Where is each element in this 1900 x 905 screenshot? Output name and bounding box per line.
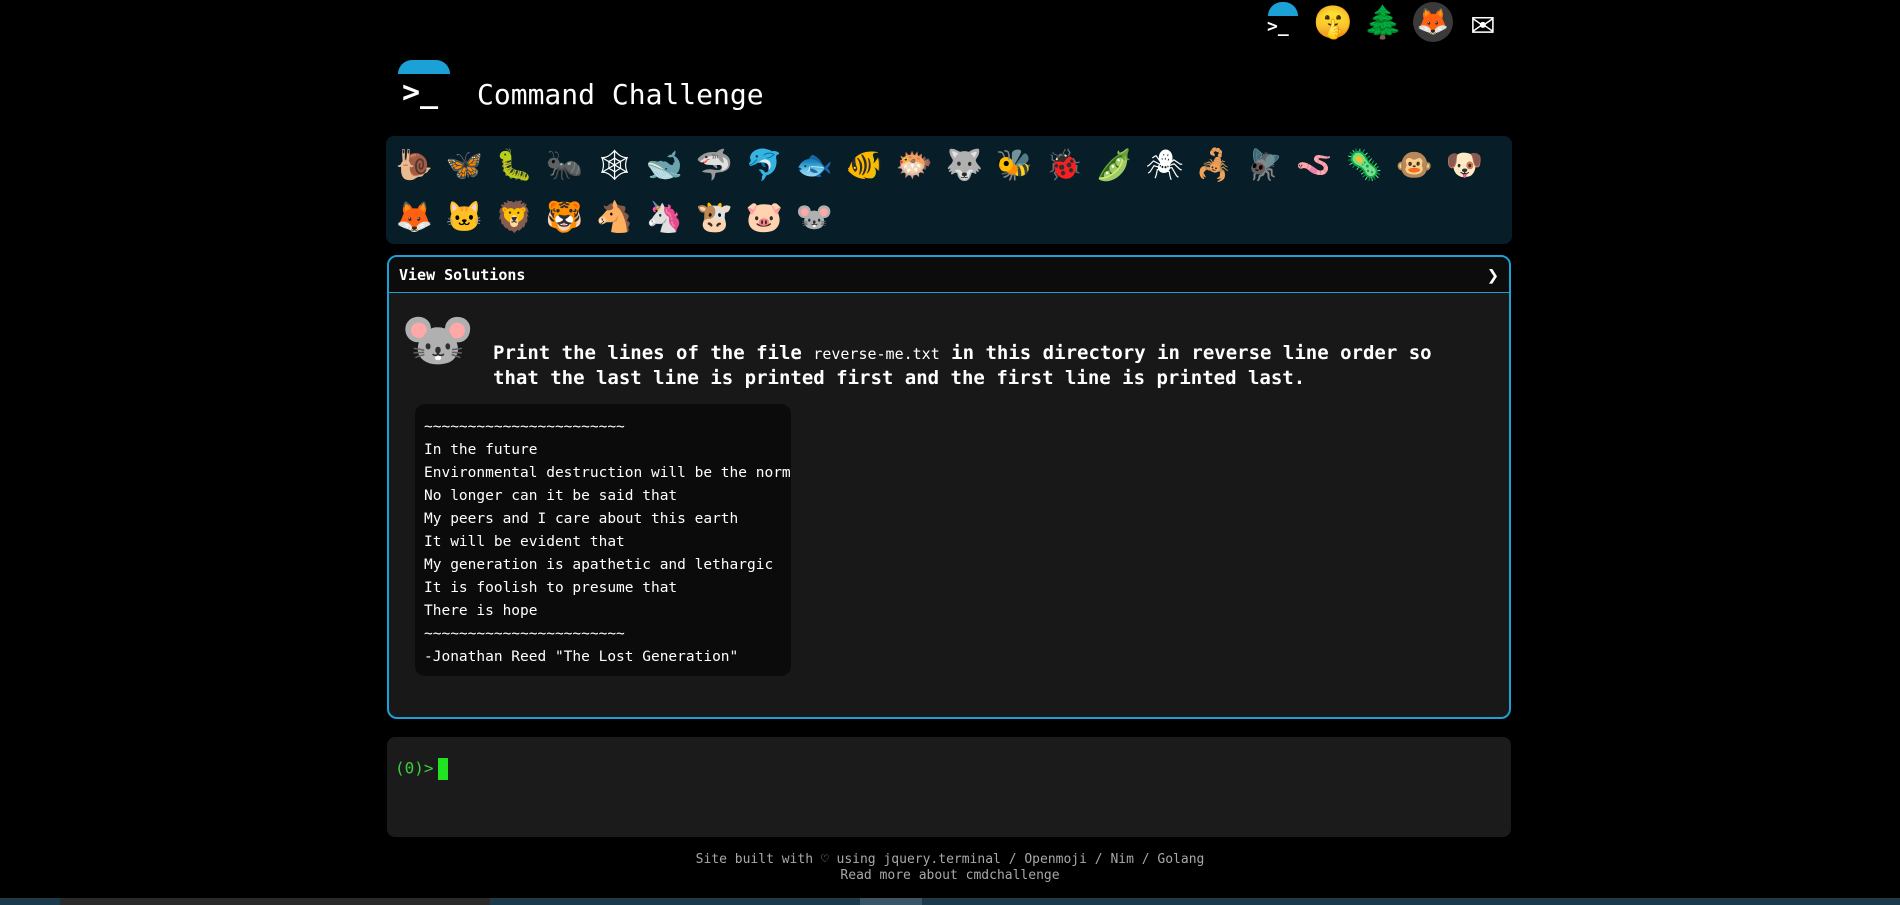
footer-credits: Site built with ♡ using jquery.terminal …: [695, 852, 1205, 867]
bottom-strip-segment: [860, 898, 922, 905]
challenge-fly-icon[interactable]: 🪰: [1242, 142, 1287, 190]
challenge-ladybug-icon[interactable]: 🐞: [1042, 142, 1087, 190]
mouse-icon: 🐭: [400, 305, 476, 375]
page-title: Command Challenge: [477, 78, 764, 111]
challenge-unicorn-icon[interactable]: 🦄: [642, 194, 687, 242]
file-line: -Jonathan Reed "The Lost Generation": [424, 649, 739, 665]
file-line: There is hope: [424, 603, 538, 619]
terminal-glyph: >_: [1267, 16, 1289, 37]
view-solutions-label: View Solutions: [399, 265, 526, 284]
challenge-fish-icon[interactable]: 🐟: [792, 142, 837, 190]
challenge-tiger-icon[interactable]: 🐯: [542, 194, 587, 242]
challenge-scorpion-icon[interactable]: 🦂: [1192, 142, 1237, 190]
file-line: My generation is apathetic and lethargic: [424, 557, 774, 573]
challenge-dog-icon[interactable]: 🐶: [1442, 142, 1487, 190]
challenge-snail-icon[interactable]: 🐌: [392, 142, 437, 190]
shushing-face-icon[interactable]: 🤫: [1313, 2, 1353, 42]
task-filename: reverse-me.txt: [813, 345, 940, 363]
read-more-link[interactable]: Read more about cmdchallenge: [840, 868, 1059, 883]
challenge-wolf-icon[interactable]: 🐺: [942, 142, 987, 190]
file-line: It will be evident that: [424, 534, 625, 550]
challenge-spider-icon[interactable]: 🕷: [1142, 142, 1187, 190]
challenge-web-icon[interactable]: 🕸: [592, 142, 637, 190]
challenge-cat-icon[interactable]: 🐱: [442, 194, 487, 242]
challenge-caterpillar-icon[interactable]: 🐛: [492, 142, 537, 190]
challenge-shark-icon[interactable]: 🦈: [692, 142, 737, 190]
gitlab-fox-icon[interactable]: 🦊: [1413, 2, 1453, 42]
file-contents: ~~~~~~~~~~~~~~~~~~~~~~~ In the future Envi…: [415, 404, 791, 676]
prompt-text: (0)>: [395, 758, 434, 778]
terminal-prompt: (0)>: [395, 758, 448, 780]
challenge-dolphin-icon[interactable]: 🐬: [742, 142, 787, 190]
challenge-microbe-icon[interactable]: 🦠: [1342, 142, 1387, 190]
bottom-strip-segment: [60, 898, 490, 905]
terminal-icon: >_: [402, 75, 439, 110]
file-line: No longer can it be said that: [424, 488, 678, 504]
top-icon-bar: >_ 🤫 🌲 🦊 ✉: [1263, 0, 1503, 45]
task-description: 🐭 Print the lines of the file reverse-me…: [399, 305, 1499, 390]
challenge-pea-icon[interactable]: 🫛: [1092, 142, 1137, 190]
challenge-panel: View Solutions ❯ 🐭 Print the lines of th…: [387, 255, 1511, 719]
footer: Site built with ♡ using jquery.terminal …: [0, 852, 1900, 884]
challenge-cow-icon[interactable]: 🐮: [692, 194, 737, 242]
file-line: ~~~~~~~~~~~~~~~~~~~~~~~: [424, 626, 625, 642]
file-line: Environmental destruction will be the no…: [424, 465, 791, 481]
terminal[interactable]: (0)>: [387, 737, 1511, 837]
challenge-monkey-icon[interactable]: 🐵: [1392, 142, 1437, 190]
file-line: In the future: [424, 442, 538, 458]
challenge-whale-icon[interactable]: 🐋: [642, 142, 687, 190]
logo-dome: [398, 60, 450, 74]
file-line: It is foolish to presume that: [424, 580, 678, 596]
terminal-cursor[interactable]: [437, 758, 448, 780]
bottom-strip: [0, 898, 1900, 905]
file-line: ~~~~~~~~~~~~~~~~~~~~~~~: [424, 419, 625, 435]
challenge-tropical-fish-icon[interactable]: 🐠: [842, 142, 887, 190]
task-prefix: Print the lines of the file: [493, 342, 814, 364]
mail-icon[interactable]: ✉: [1463, 0, 1503, 45]
terminal-dome: [1268, 2, 1298, 16]
file-line: My peers and I care about this earth: [424, 511, 739, 527]
challenge-selector: 🐌 🦋 🐛 🐜 🕸 🐋 🦈 🐬 🐟 🐠 🐡 🐺 🐝 🐞 🫛 🕷 🦂 🪰 🪱 🦠 🐵 🐶 🦊 🐱 🦁 🐯 🐴 🦄 🐮 🐷 🐭: [386, 136, 1512, 244]
challenge-pufferfish-icon[interactable]: 🐡: [892, 142, 937, 190]
challenge-lion-icon[interactable]: 🦁: [492, 194, 537, 242]
challenge-fox-icon[interactable]: 🦊: [392, 194, 437, 242]
challenge-horse-icon[interactable]: 🐴: [592, 194, 637, 242]
challenge-worm-icon[interactable]: 🪱: [1292, 142, 1337, 190]
view-solutions-toggle[interactable]: View Solutions ❯: [389, 257, 1509, 293]
tree-icon[interactable]: 🌲: [1363, 2, 1403, 42]
site-logo[interactable]: >_: [398, 60, 452, 116]
challenge-mouse-icon[interactable]: 🐭: [792, 194, 837, 242]
challenge-bee-icon[interactable]: 🐝: [992, 142, 1037, 190]
chevron-right-icon: ❯: [1486, 262, 1499, 287]
task-text: Print the lines of the file reverse-me.t…: [493, 341, 1473, 390]
challenge-pig-icon[interactable]: 🐷: [742, 194, 787, 242]
challenge-ant-icon[interactable]: 🐜: [542, 142, 587, 190]
challenge-butterfly-icon[interactable]: 🦋: [442, 142, 487, 190]
terminal-icon[interactable]: >_: [1263, 2, 1303, 42]
